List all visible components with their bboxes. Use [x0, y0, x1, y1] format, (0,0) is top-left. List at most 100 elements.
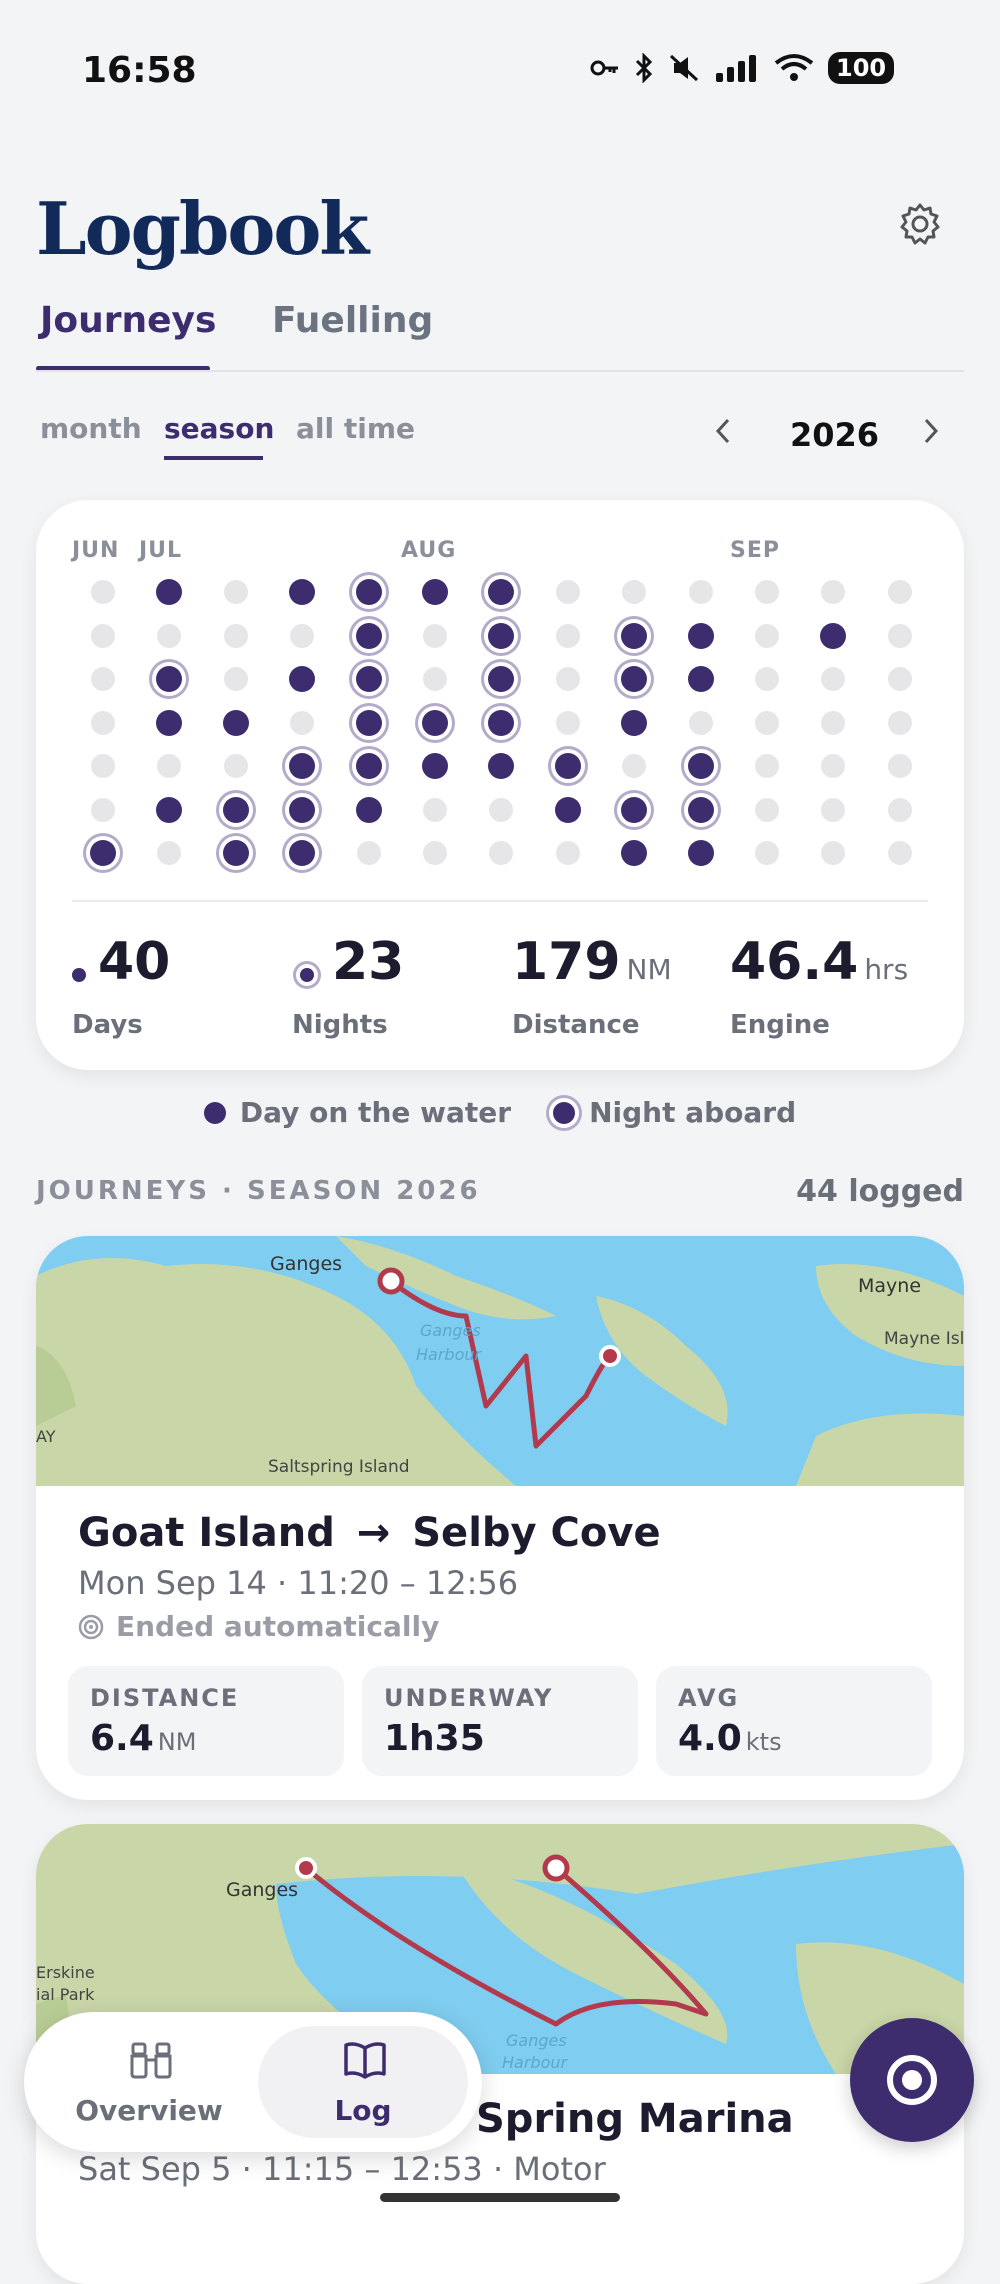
stat-nights-label: Nights: [292, 1010, 388, 1040]
nav-overview-label: Overview: [75, 2094, 223, 2127]
calendar-dot-empty: [223, 667, 248, 691]
calendar-dot-empty: [91, 580, 115, 604]
calendar-dot-empty: [555, 623, 580, 648]
settings-button[interactable]: [896, 200, 944, 248]
calendar-dot-empty: [223, 754, 248, 778]
calendar-dot-night: [621, 622, 648, 649]
map-label: Harbour: [416, 1345, 483, 1364]
calendar-dot-empty: [688, 710, 713, 735]
section-title: JOURNEYS · SEASON 2026: [36, 1176, 481, 1206]
calendar-dot-empty: [755, 580, 779, 604]
map-label: ial Park: [36, 1985, 95, 2004]
calendar-dot-night: [488, 666, 515, 692]
nav-overview[interactable]: Overview: [44, 2026, 254, 2138]
journey-date: Mon Sep 14 · 11:20 – 12:56: [78, 1564, 519, 1602]
range-season[interactable]: season: [164, 412, 274, 445]
metric-underway-value: 1h35: [384, 1718, 485, 1759]
tab-journeys[interactable]: Journeys: [40, 300, 216, 341]
calendar-dot-empty: [755, 797, 779, 822]
metric-distance: DISTANCE 6.4 NM: [68, 1666, 344, 1776]
battery-icon: 100: [828, 52, 895, 84]
stat-days-label: Days: [72, 1010, 143, 1040]
range-all-time[interactable]: all time: [296, 412, 415, 445]
calendar-dot-empty: [157, 623, 182, 648]
calendar-dot-empty: [555, 710, 580, 735]
metric-avg: AVG 4.0 kts: [656, 1666, 932, 1776]
calendar-dot-empty: [622, 754, 647, 778]
calendar-dot-day: [554, 796, 581, 823]
mute-icon: [669, 54, 699, 82]
metric-underway: UNDERWAY 1h35: [362, 1666, 638, 1776]
calendar-dot-empty: [887, 580, 912, 604]
journey-title: Spring Marina: [476, 2096, 794, 2142]
day-dot-icon: [203, 1101, 226, 1124]
status-icons: 100: [590, 52, 895, 84]
next-year-button[interactable]: [920, 414, 942, 457]
calendar-dot-empty: [356, 841, 381, 865]
calendar-dot-day: [289, 579, 316, 605]
calendar-dot-empty: [821, 754, 846, 778]
nav-log[interactable]: Log: [258, 2026, 468, 2138]
key-icon: [590, 60, 618, 76]
calendar-dot-empty: [821, 710, 846, 735]
legend-night: Night aboard: [547, 1096, 796, 1129]
signal-icon: [716, 55, 756, 82]
calendar-dot-empty: [91, 623, 115, 648]
calendar-dot-day: [422, 579, 448, 605]
tab-fuelling[interactable]: Fuelling: [272, 300, 433, 341]
chevron-left-icon: [715, 418, 730, 444]
prev-year-button[interactable]: [712, 414, 734, 457]
record-icon: [887, 2055, 937, 2105]
calendar-dot-empty: [555, 667, 580, 691]
tabs-divider: [36, 370, 964, 372]
journey-to: Selby Cove: [412, 1510, 661, 1556]
logged-count: 44 logged: [796, 1174, 964, 1209]
range-month[interactable]: month: [40, 412, 142, 445]
calendar-dot-night: [355, 622, 382, 649]
record-button[interactable]: [850, 2018, 974, 2142]
calendar-dot-night: [687, 796, 714, 823]
calendar-dot-night: [488, 622, 515, 649]
calendar-dot-empty: [887, 797, 912, 822]
stat-engine-unit: hrs: [864, 953, 909, 986]
home-indicator: [380, 2193, 620, 2202]
calendar-dot-empty: [423, 667, 447, 691]
calendar-dot-day: [156, 796, 183, 823]
calendar-dot-day: [222, 709, 249, 736]
metric-distance-label: DISTANCE: [90, 1684, 240, 1712]
calendar-dot-day: [621, 840, 648, 866]
map-label: Erskine: [36, 1963, 95, 1982]
calendar-dot-empty: [555, 841, 580, 865]
calendar-dot-empty: [821, 667, 846, 691]
calendar-dot-empty: [887, 754, 912, 778]
calendar-dot-empty: [821, 797, 846, 822]
calendar-dot-day: [488, 753, 515, 779]
map-label: Saltspring Island: [268, 1457, 410, 1477]
calendar-dot-night: [289, 840, 316, 866]
bluetooth-icon: [635, 53, 653, 83]
calendar-dot-empty: [555, 580, 580, 604]
legend-night-label: Night aboard: [589, 1096, 797, 1129]
card-divider: [72, 900, 928, 902]
month-label-sep: SEP: [730, 538, 780, 563]
calendar-dot-empty: [91, 667, 115, 691]
calendar-dot-empty: [622, 580, 647, 604]
metric-avg-label: AVG: [678, 1684, 740, 1712]
map-label: AY: [36, 1427, 56, 1446]
calendar-dot-empty: [755, 841, 779, 865]
map-label: Ganges: [420, 1321, 481, 1340]
stat-distance: 179 NM Distance: [512, 932, 672, 1040]
calendar-dot-night: [422, 709, 448, 736]
month-label-jul: JUL: [139, 538, 183, 563]
calendar-dot-day: [820, 622, 847, 649]
journey-card[interactable]: Ganges Mayne Mayne Isla Saltspring Islan…: [36, 1236, 964, 1800]
calendar-dot-night: [355, 666, 382, 692]
stat-engine: 46.4 hrs Engine: [730, 932, 909, 1040]
calendar-dot-empty: [887, 623, 912, 648]
stat-days: 40 Days: [72, 932, 170, 1040]
calendar-dot-night: [289, 753, 316, 779]
calendar-dot-empty: [755, 667, 779, 691]
calendar-dot-empty: [688, 580, 713, 604]
calendar-dot-empty: [755, 754, 779, 778]
legend-day: Day on the water: [203, 1096, 511, 1129]
